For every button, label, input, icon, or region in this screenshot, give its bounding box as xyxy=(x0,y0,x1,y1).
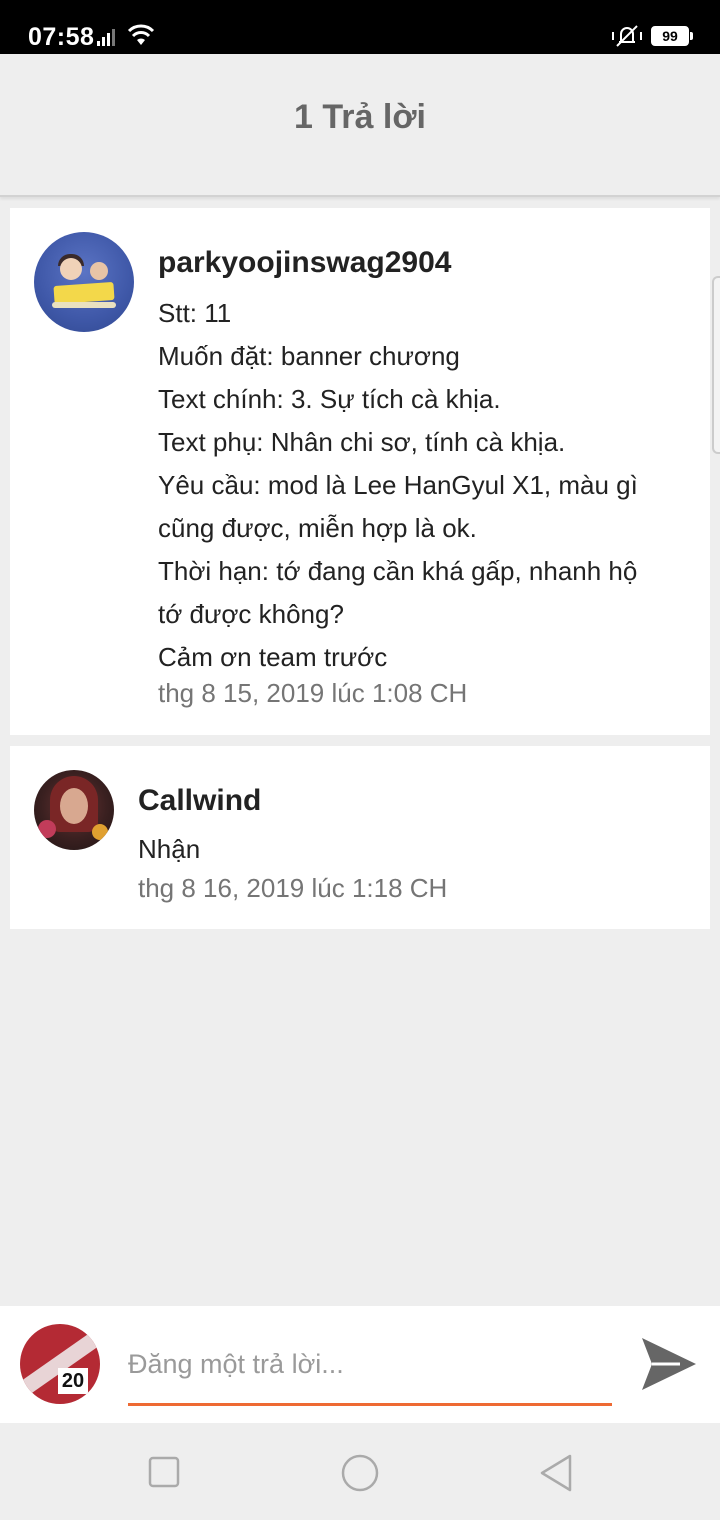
battery-icon: 99 xyxy=(651,26,693,46)
status-time: 07:58 xyxy=(28,23,95,51)
comment-card: Callwind Nhận thg 8 16, 2019 lúc 1:18 CH xyxy=(10,746,710,929)
comment-line: cũng được, miễn hợp là ok. xyxy=(158,513,477,543)
comment-line: Yêu cầu: mod là Lee HanGyul X1, màu gì xyxy=(158,470,638,500)
comment-line: Muốn đặt: banner chương xyxy=(158,341,460,371)
send-icon[interactable] xyxy=(640,1336,698,1392)
comment-line: Stt: 11 xyxy=(158,298,232,328)
comment-timestamp: thg 8 15, 2019 lúc 1:08 CH xyxy=(158,678,468,708)
wifi-icon xyxy=(127,24,155,45)
comment-body: Stt: 11 Muốn đặt: banner chương Text chí… xyxy=(158,292,698,679)
comment-line: tớ được không? xyxy=(158,599,344,629)
comment-body: Nhận xyxy=(138,834,201,864)
battery-level: 99 xyxy=(662,28,678,44)
signal-icon xyxy=(97,29,115,46)
comment-timestamp: thg 8 16, 2019 lúc 1:18 CH xyxy=(138,873,448,903)
comment-line: Thời hạn: tớ đang cần khá gấp, nhanh hộ xyxy=(158,556,638,586)
comment-username[interactable]: Callwind xyxy=(138,784,261,818)
my-avatar[interactable]: 20 xyxy=(20,1324,100,1404)
comment-line: Cảm ơn team trước xyxy=(158,642,388,672)
scroll-indicator[interactable] xyxy=(712,276,720,454)
reply-input[interactable] xyxy=(128,1340,612,1406)
comment-line: Text phụ: Nhân chi sơ, tính cà khịa. xyxy=(158,427,566,457)
comment-username[interactable]: parkyoojinswag2904 xyxy=(158,246,451,280)
reply-bar: 20 xyxy=(0,1306,720,1423)
comment-card: parkyoojinswag2904 Stt: 11 Muốn đặt: ban… xyxy=(10,208,710,735)
avatar[interactable] xyxy=(34,770,114,850)
home-icon[interactable] xyxy=(340,1453,380,1493)
header: 1 Trả lời xyxy=(0,54,720,197)
page-title: 1 Trả lời xyxy=(294,98,426,136)
vibrate-icon xyxy=(612,25,642,47)
recents-icon[interactable] xyxy=(148,1456,180,1488)
nav-bar xyxy=(0,1423,720,1520)
comment-line: Text chính: 3. Sự tích cà khịa. xyxy=(158,384,501,414)
avatar[interactable] xyxy=(34,232,134,332)
back-icon[interactable] xyxy=(538,1453,574,1493)
status-bar: 07:58 99 xyxy=(0,0,720,54)
avatar-badge: 20 xyxy=(58,1368,88,1394)
